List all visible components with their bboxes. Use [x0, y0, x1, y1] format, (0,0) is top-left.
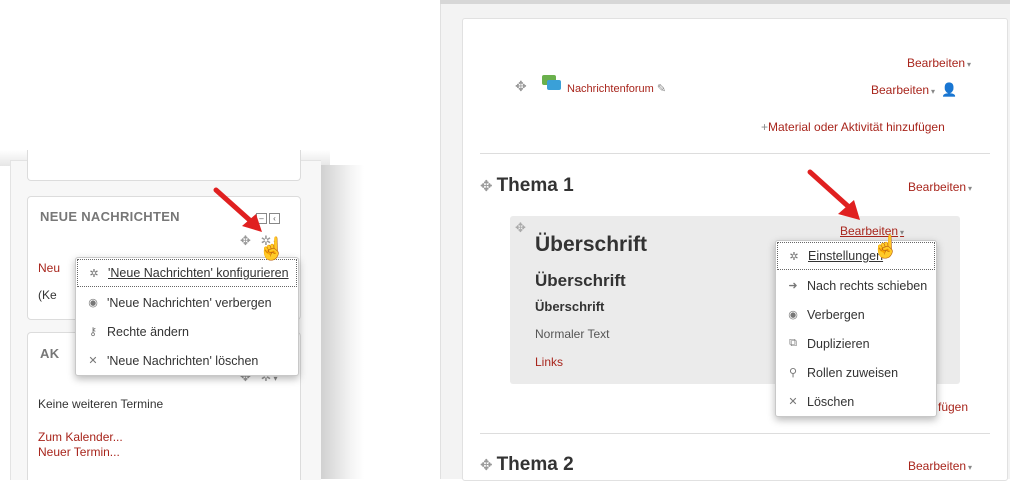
- menu-item-label: Rollen zuweisen: [807, 365, 899, 380]
- pencil-icon[interactable]: ✎: [657, 83, 666, 95]
- forum-name: Nachrichtenforum: [567, 83, 654, 95]
- user-icon[interactable]: 👤: [941, 82, 957, 97]
- section-title-text: Thema 2: [496, 454, 574, 475]
- gear-icon: ✲: [789, 250, 799, 263]
- activity-edit-menu: ✲ Einstellungen ➜ Nach rechts schieben ◉…: [775, 240, 937, 417]
- normal-text: Normaler Text: [535, 327, 610, 341]
- edit-label: Bearbeiten: [908, 180, 967, 194]
- menu-item-permissions[interactable]: ⚷ Rechte ändern: [76, 317, 298, 346]
- edit-label: Bearbeiten: [908, 459, 967, 473]
- menu-item-move-right[interactable]: ➜ Nach rechts schieben: [776, 271, 936, 300]
- block-title: AK: [40, 346, 60, 361]
- heading-2: Überschrift: [535, 271, 626, 290]
- move-icon[interactable]: ✥: [480, 178, 493, 195]
- section-title-text: Thema 1: [496, 175, 574, 196]
- section-1-edit-menu[interactable]: Bearbeiten ▾: [908, 180, 972, 194]
- add-activity-link[interactable]: +Material oder Aktivität hinzufügen: [761, 120, 945, 134]
- plus-icon: +: [761, 120, 769, 134]
- previous-block-bottom: [27, 150, 301, 181]
- forum-edit-menu[interactable]: Bearbeiten ▾ 👤: [871, 82, 958, 98]
- menu-item-label: 'Neue Nachrichten' löschen: [107, 353, 259, 368]
- gear-icon: ✲: [89, 267, 99, 280]
- eye-icon: ◉: [88, 297, 98, 309]
- key-icon: ⚷: [88, 326, 98, 338]
- close-icon: ✕: [788, 396, 798, 408]
- edit-label: Bearbeiten: [871, 83, 930, 97]
- arrow-right-icon: ➜: [788, 280, 798, 292]
- dock-icon[interactable]: ‹: [269, 213, 280, 224]
- duplicate-icon: ⧉: [789, 337, 797, 349]
- menu-item-delete[interactable]: ✕ Löschen: [776, 387, 936, 416]
- menu-item-label: 'Neue Nachrichten' konfigurieren: [108, 266, 289, 280]
- calendar-link[interactable]: Zum Kalender...: [38, 430, 123, 444]
- forum-link[interactable]: Nachrichtenforum ✎: [567, 82, 666, 95]
- close-icon: ✕: [88, 355, 98, 367]
- menu-item-hide[interactable]: ◉ Verbergen: [776, 300, 936, 329]
- add-activity-link-partial[interactable]: fügen: [938, 400, 968, 414]
- heading-1: Überschrift: [535, 233, 648, 256]
- section-1-title: ✥ Thema 1: [480, 175, 574, 197]
- top-border: [440, 0, 1010, 4]
- new-event-link[interactable]: Neuer Termin...: [38, 445, 120, 459]
- move-icon[interactable]: ✥: [480, 457, 493, 474]
- section-2-edit-menu[interactable]: Bearbeiten ▾: [908, 459, 972, 473]
- menu-item-label: Löschen: [807, 394, 855, 409]
- menu-item-duplicate[interactable]: ⧉ Duplizieren: [776, 329, 936, 358]
- menu-item-assign-roles[interactable]: ⚲ Rollen zuweisen: [776, 358, 936, 387]
- eye-icon: ◉: [788, 309, 798, 321]
- block-actions-menu: ✲ 'Neue Nachrichten' konfigurieren ◉ 'Ne…: [75, 257, 299, 376]
- section-divider: [480, 153, 990, 154]
- move-icon[interactable]: ✥: [515, 78, 527, 95]
- heading-3: Überschrift: [535, 299, 605, 314]
- assign-roles-icon: ⚲: [788, 367, 798, 379]
- menu-item-label: Rechte ändern: [107, 324, 190, 339]
- section-0-edit-menu[interactable]: Bearbeiten ▾: [907, 56, 971, 70]
- news-empty-text: (Ke: [38, 288, 57, 302]
- left-panel-right-shadow: [320, 165, 364, 479]
- add-activity-label: Material oder Aktivität hinzufügen: [768, 120, 945, 134]
- news-link[interactable]: Neu: [38, 261, 60, 275]
- section-2-title: ✥ Thema 2: [480, 454, 574, 476]
- move-icon[interactable]: ✥: [515, 220, 526, 236]
- red-arrow-annotation: [213, 187, 262, 232]
- forum-icon: [541, 74, 561, 91]
- menu-item-hide[interactable]: ◉ 'Neue Nachrichten' verbergen: [76, 288, 298, 317]
- menu-item-label: Duplizieren: [807, 336, 870, 351]
- label-link[interactable]: Links: [535, 355, 563, 369]
- block-title: NEUE NACHRICHTEN: [40, 209, 180, 224]
- no-events-text: Keine weiteren Termine: [38, 397, 164, 411]
- hand-cursor-icon: ☝: [258, 236, 286, 261]
- red-arrow-annotation: [807, 169, 860, 220]
- hand-cursor-icon: ☝: [872, 234, 900, 259]
- menu-item-delete[interactable]: ✕ 'Neue Nachrichten' löschen: [76, 346, 298, 375]
- menu-item-label: Nach rechts schieben: [807, 278, 928, 293]
- menu-item-label: 'Neue Nachrichten' verbergen: [107, 295, 272, 310]
- menu-item-label: Verbergen: [807, 307, 865, 322]
- menu-item-settings[interactable]: ✲ Einstellungen: [777, 242, 935, 270]
- menu-item-configure[interactable]: ✲ 'Neue Nachrichten' konfigurieren: [77, 259, 297, 287]
- section-divider: [480, 433, 990, 434]
- edit-label: Bearbeiten: [907, 56, 966, 70]
